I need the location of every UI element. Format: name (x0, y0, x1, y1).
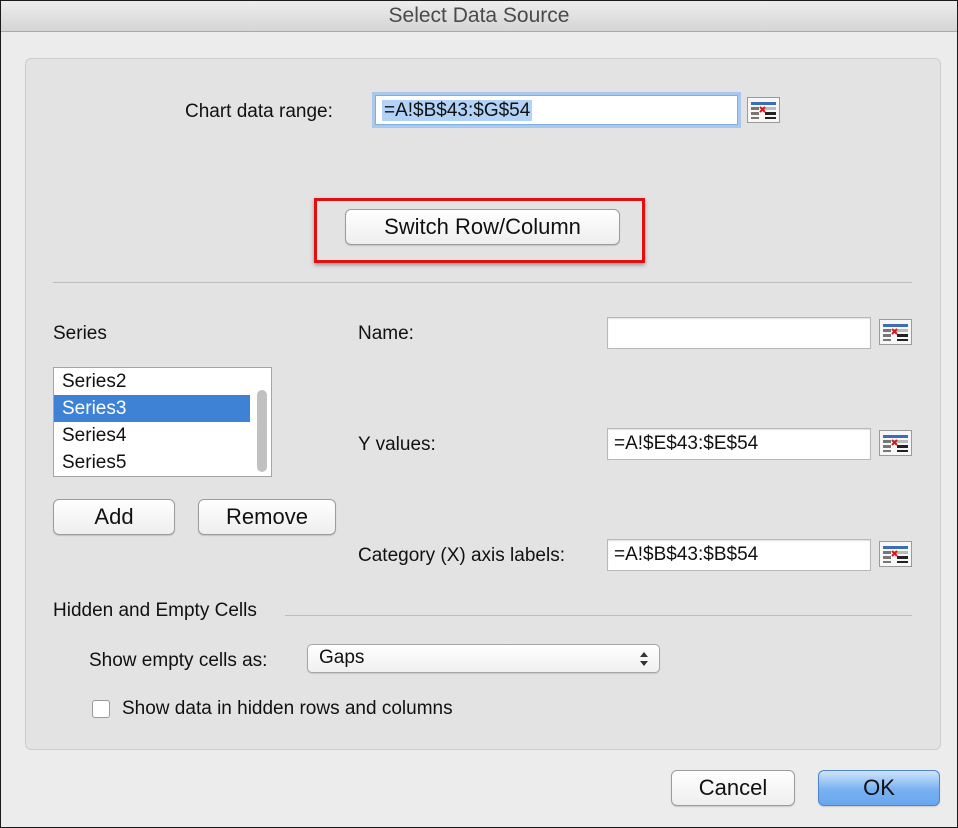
title-bar[interactable]: Select Data Source (1, 1, 957, 32)
chart-data-range-value: =A!$B$43:$G$54 (382, 100, 533, 121)
y-values-input[interactable]: =A!$E$43:$E$54 (607, 428, 871, 460)
show-empty-cells-label: Show empty cells as: (89, 650, 268, 671)
highlight-annotation-box (314, 198, 645, 263)
series-label: Series (53, 323, 107, 344)
add-series-button[interactable]: Add (53, 499, 175, 535)
remove-series-button[interactable]: Remove (198, 499, 336, 535)
show-hidden-data-label[interactable]: Show data in hidden rows and columns (122, 698, 453, 720)
collapse-dialog-icon (883, 324, 908, 341)
category-axis-labels-input[interactable]: =A!$B$43:$B$54 (607, 539, 871, 571)
cancel-button[interactable]: Cancel (671, 770, 795, 806)
show-empty-cells-value: Gaps (319, 647, 365, 668)
section-divider (53, 282, 912, 283)
window-title: Select Data Source (388, 4, 570, 27)
series-name-picker-button[interactable] (879, 319, 912, 345)
y-values-label: Y values: (358, 434, 436, 455)
category-axis-labels-picker-button[interactable] (879, 541, 912, 567)
chart-data-range-input[interactable]: =A!$B$43:$G$54 (375, 95, 738, 125)
show-empty-cells-select[interactable]: Gaps (307, 644, 660, 673)
list-item-selected[interactable]: Series3 (54, 395, 250, 422)
series-name-input[interactable] (607, 317, 871, 349)
category-axis-labels-label: Category (X) axis labels: (358, 545, 565, 566)
ok-button[interactable]: OK (818, 770, 940, 806)
list-item[interactable]: Series5 (54, 449, 250, 476)
name-label: Name: (358, 323, 414, 344)
y-values-picker-button[interactable] (879, 430, 912, 456)
chart-data-range-picker-button[interactable] (747, 97, 780, 123)
series-list[interactable]: Series2 Series3 Series4 Series5 (53, 367, 272, 477)
collapse-dialog-icon (883, 435, 908, 452)
list-item[interactable]: Series4 (54, 422, 250, 449)
show-hidden-data-checkbox[interactable] (92, 700, 110, 718)
collapse-dialog-icon (883, 546, 908, 563)
y-values-value: =A!$E$43:$E$54 (614, 433, 759, 454)
hidden-empty-divider (285, 615, 912, 616)
collapse-dialog-icon (751, 102, 776, 119)
category-axis-labels-value: =A!$B$43:$B$54 (614, 544, 759, 565)
hidden-empty-cells-heading: Hidden and Empty Cells (53, 600, 257, 621)
series-list-scrollbar[interactable] (257, 390, 267, 472)
select-data-source-dialog: Select Data Source Chart data range: =A!… (0, 0, 958, 828)
list-item[interactable]: Series2 (54, 368, 250, 395)
updown-arrows-icon (640, 652, 648, 666)
chart-data-range-label: Chart data range: (185, 101, 333, 122)
